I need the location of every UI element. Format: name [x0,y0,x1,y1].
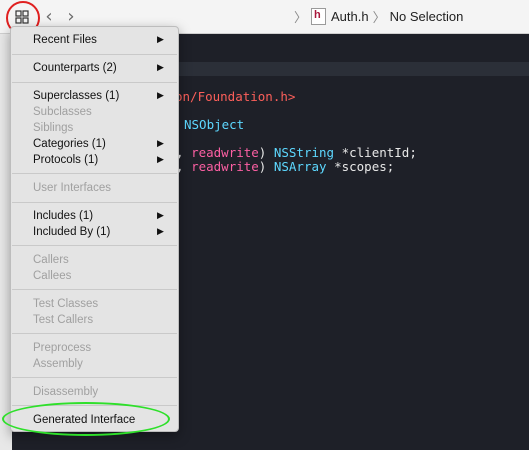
code-type: NSArray [273,159,327,174]
menu-item-callers: Callers [33,254,69,266]
menu-item-preprocess: Preprocess [33,342,92,354]
menu-item-test-callers: Test Callers [33,314,94,326]
breadcrumb-selection[interactable]: No Selection [390,9,464,24]
triangle-right-icon: ▶ [157,155,164,165]
menu-item-included-by[interactable]: Included By (1) [33,224,110,240]
triangle-right-icon: ▶ [157,35,164,45]
code-type: NSString [273,145,335,160]
file-icon-letter: h [314,9,321,21]
code-line-scopes: , readwrite) NSArray *scopes; [176,159,394,174]
menu-item-recent-files[interactable]: Recent Files [33,32,97,48]
menu-separator [12,173,177,174]
triangle-right-icon: ▶ [157,227,164,237]
code-line-superclass: NSObject [184,117,245,132]
menu-item-siblings: Siblings [33,122,74,134]
chevron-left-icon[interactable]: ‹ [40,6,58,28]
breadcrumb-separator: 〉 [294,11,308,26]
code-identifier: *clientId; [334,145,417,160]
related-items-menu: Recent Files ▶ Counterparts (2) ▶ Superc… [10,26,179,432]
menu-separator [12,82,177,83]
menu-separator [12,289,177,290]
code-keyword: readwrite [191,145,259,160]
code-line-clientid: , readwrite) NSString *clientId; [176,145,417,160]
header-file-icon: h [311,8,327,25]
breadcrumb-file-name[interactable]: Auth.h [331,9,369,24]
code-identifier: *scopes; [326,159,395,174]
breadcrumb-separator: 〉 [372,11,386,26]
triangle-right-icon: ▶ [157,139,164,149]
menu-item-disassembly: Disassembly [33,386,99,398]
chevron-right-icon[interactable]: › [62,6,80,28]
code-punct: ) [258,145,274,160]
menu-item-user-interfaces: User Interfaces [33,182,111,194]
code-keyword: readwrite [191,159,259,174]
triangle-right-icon: ▶ [157,63,164,73]
menu-separator [12,202,177,203]
menu-item-assembly: Assembly [33,358,83,370]
menu-item-includes[interactable]: Includes (1) [33,208,93,224]
menu-separator [12,245,177,246]
annotation-green-ellipse [2,402,170,436]
menu-separator [12,377,177,378]
menu-item-callees: Callees [33,270,72,282]
menu-item-subclasses: Subclasses [33,106,92,118]
triangle-right-icon: ▶ [157,211,164,221]
menu-item-protocols[interactable]: Protocols (1) [33,152,98,168]
code-line-import: on/Foundation.h> [175,89,296,104]
menu-separator [12,54,177,55]
menu-item-categories[interactable]: Categories (1) [33,136,106,152]
triangle-right-icon: ▶ [157,91,164,101]
menu-item-counterparts[interactable]: Counterparts (2) [33,60,117,76]
code-punct: ) [258,159,274,174]
menu-separator [12,333,177,334]
menu-item-test-classes: Test Classes [33,298,99,310]
breadcrumb: 〉 h Auth.h 〉 No Selection [290,0,463,33]
menu-item-superclasses[interactable]: Superclasses (1) [33,88,119,104]
